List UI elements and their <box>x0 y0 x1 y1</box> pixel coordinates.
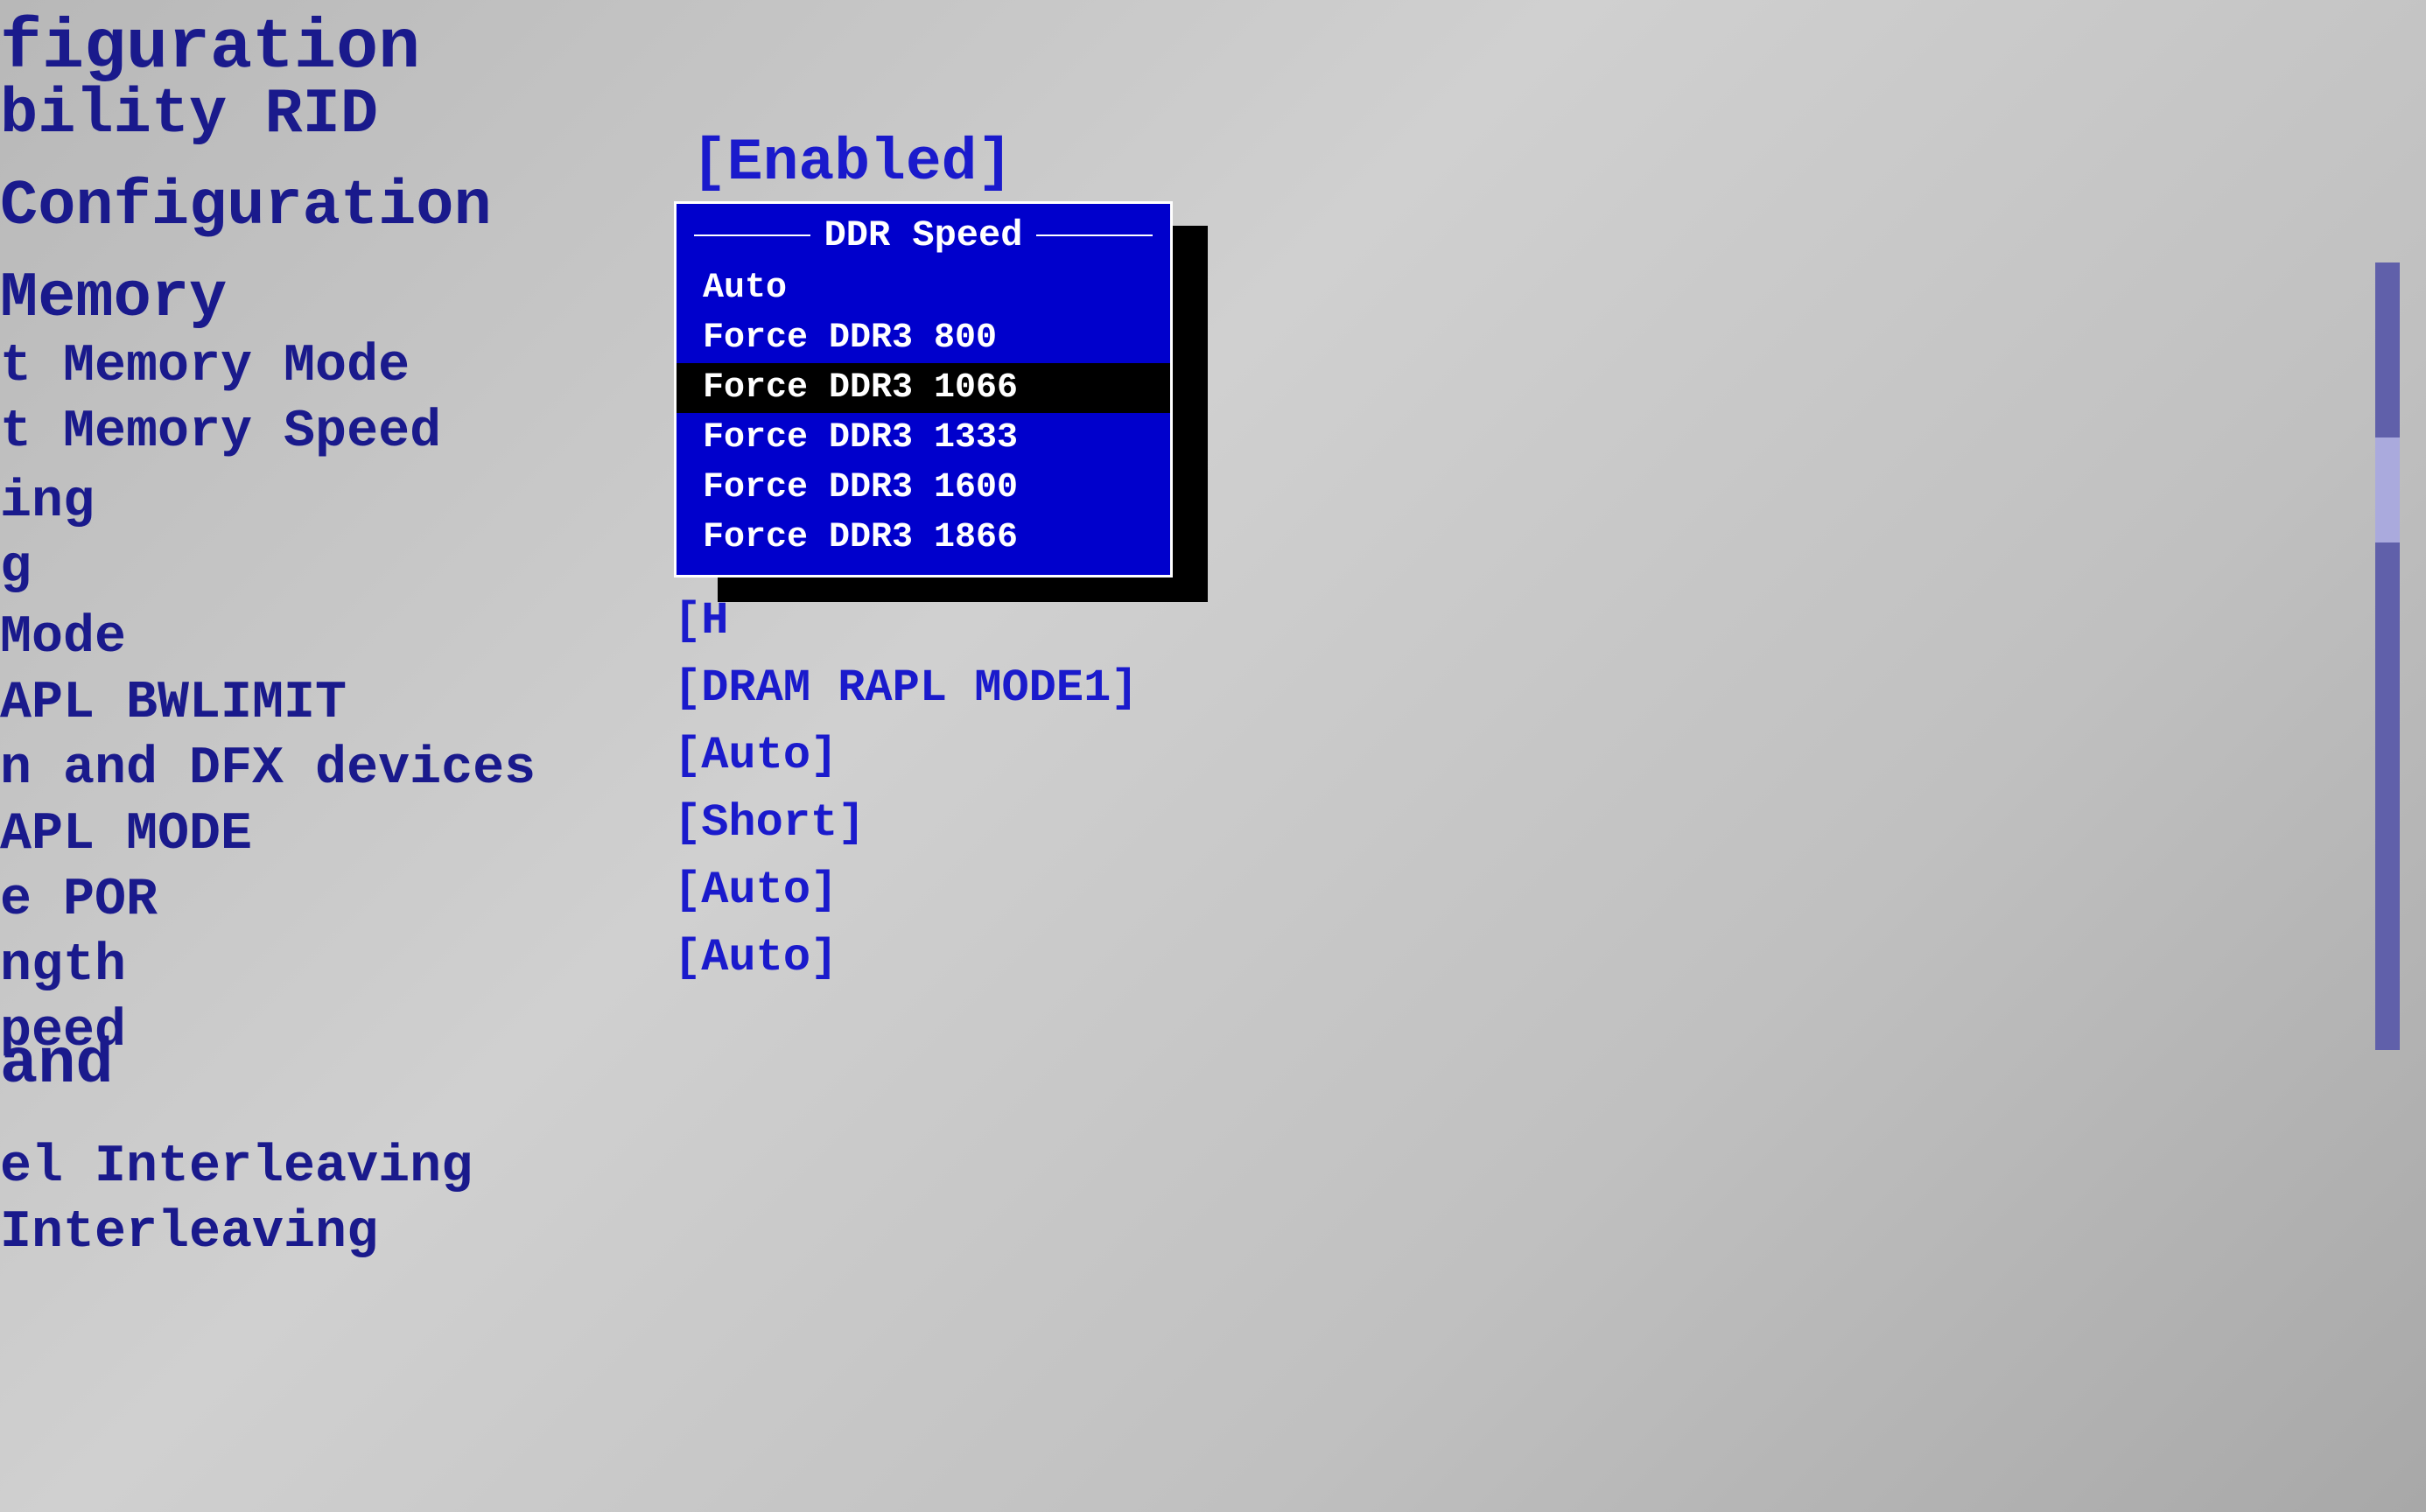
right-value-val-dram-rapl: [DRAM RAPL MODE1] <box>674 662 1139 714</box>
menu-item-ngth: ngth <box>0 936 126 996</box>
right-value-val-short: [Short] <box>674 797 1139 849</box>
menu-item-and-dfx: n and DFX devices <box>0 739 536 799</box>
menu-item-rapl-bwlimit: APL BWLIMIT <box>0 674 347 733</box>
ddr-option-ddr3-1066[interactable]: Force DDR3 1066 <box>677 363 1170 413</box>
ddr-speed-popup[interactable]: DDR Speed AutoForce DDR3 800Force DDR3 1… <box>674 201 1173 578</box>
popup-title-bar: DDR Speed <box>677 204 1170 263</box>
right-value-val-h: [H <box>674 595 1139 647</box>
scrollbar-thumb[interactable] <box>2375 438 2400 542</box>
menu-item-g: g <box>0 538 32 598</box>
menu-item-apl-mode: APL MODE <box>0 805 252 864</box>
scrollbar[interactable] <box>2375 262 2400 1050</box>
menu-item-and: and <box>0 1029 114 1101</box>
menu-item-bility-rid: bility RID <box>0 79 378 150</box>
right-value-val-auto1: [Auto] <box>674 730 1139 781</box>
right-values-section: [H [DRAM RAPL MODE1] [Auto] [Short] [Auto] [A… <box>674 595 1139 999</box>
right-value-val-auto2: [Auto] <box>674 864 1139 916</box>
right-value-list: [H [DRAM RAPL MODE1] [Auto] [Short] [Auto] [A… <box>674 595 1139 984</box>
ddr-option-ddr3-800[interactable]: Force DDR3 800 <box>677 313 1170 363</box>
menu-item-el-interleaving: el Interleaving <box>0 1138 473 1197</box>
menu-item-interleaving: Interleaving <box>0 1203 378 1263</box>
ddr-options-list: AutoForce DDR3 800Force DDR3 1066Force D… <box>677 263 1170 563</box>
menu-item-memory-speed: t Memory Speed <box>0 402 441 462</box>
menu-item-ing: ing <box>0 472 95 532</box>
ddr-option-auto[interactable]: Auto <box>677 263 1170 313</box>
menu-item-memory: Memory <box>0 262 227 334</box>
ddr-option-ddr3-1333[interactable]: Force DDR3 1333 <box>677 413 1170 463</box>
bios-screen: figuration bility RID Configuration Memory… <box>0 0 2426 1512</box>
menu-item-configuration: Configuration <box>0 171 492 242</box>
menu-item-memory-mode: t Memory Mode <box>0 337 410 396</box>
enabled-value: [Enabled] <box>691 130 1013 197</box>
page-title-partial: figuration <box>0 9 420 88</box>
ddr-option-ddr3-1600[interactable]: Force DDR3 1600 <box>677 463 1170 513</box>
menu-item-e-por: e POR <box>0 871 158 930</box>
ddr-option-ddr3-1866[interactable]: Force DDR3 1866 <box>677 513 1170 563</box>
right-value-val-auto3: [Auto] <box>674 932 1139 984</box>
popup-title: DDR Speed <box>810 214 1037 256</box>
menu-item-mode: Mode <box>0 608 126 668</box>
